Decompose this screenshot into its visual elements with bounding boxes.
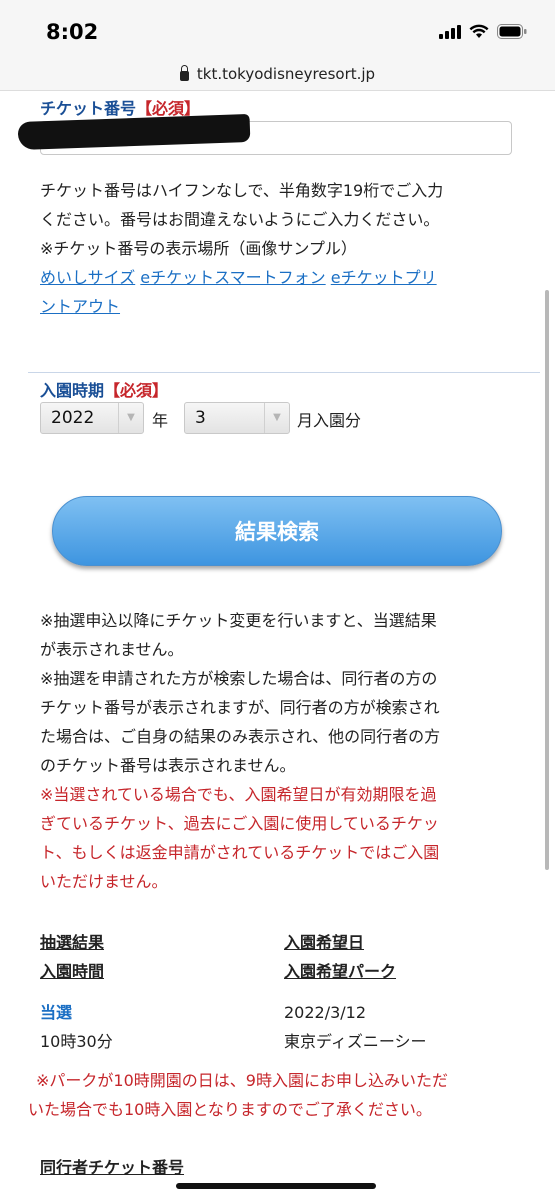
home-indicator (176, 1183, 376, 1189)
scrollbar[interactable] (545, 290, 549, 870)
status-icons (439, 24, 527, 39)
chevron-down-icon: ▼ (118, 403, 143, 433)
status-bar: 8:02 (0, 0, 555, 58)
ticket-help-line: ※チケット番号の表示場所（画像サンプル） (40, 239, 357, 258)
results-headers-right: 入園希望日 入園希望パーク (284, 928, 396, 986)
result-time: 10時30分 (40, 1032, 113, 1051)
header-lottery-result: 抽選結果 (40, 933, 105, 952)
year-value: 2022 (51, 408, 95, 428)
result-status: 当選 (40, 1003, 73, 1022)
link-eticket-smartphone[interactable]: eチケットスマートフォン (140, 268, 325, 287)
month-value: 3 (195, 408, 206, 428)
ticket-help-line: ください。番号はお間違えないようにご入力ください。 (40, 210, 440, 229)
url-text: tkt.tokyodisneyresort.jp (196, 65, 376, 83)
notes: ※抽選申込以降にチケット変更を行いますと、当選結果 が表示されません。 ※抽選を… (40, 606, 530, 896)
search-results-button[interactable]: 結果検索 (52, 496, 502, 566)
entry-required: 【必須】 (104, 381, 169, 400)
address-bar[interactable]: tkt.tokyodisneyresort.jp (0, 58, 555, 91)
lock-icon (179, 65, 189, 81)
link-meishi-size[interactable]: めいしサイズ (40, 268, 135, 287)
ticket-label: チケット番号 (40, 99, 137, 118)
status-time: 8:02 (46, 20, 99, 44)
results-values-left: 当選 10時30分 (40, 998, 113, 1056)
header-entry-time: 入園時間 (40, 962, 105, 981)
red-note-line: ぎているチケット、過去にご入園に使用しているチケッ (40, 814, 439, 833)
ticket-help-line: チケット番号はハイフンなしで、半角数字19桁でご入力 (40, 181, 444, 200)
divider (28, 372, 540, 373)
red-note-line: ト、もしくは返金申請がされているチケットではご入園 (40, 843, 440, 862)
results-values-right: 2022/3/12 東京ディズニーシー (284, 998, 427, 1056)
entry-label-row: 入園時期【必須】 (40, 377, 168, 401)
red-note-line: いただけません。 (40, 872, 168, 891)
chevron-down-icon: ▼ (264, 403, 289, 433)
park-note: ※パークが10時開園の日は、9時入園にお申し込みいただ いた場合でも10時入園と… (28, 1066, 533, 1124)
year-select[interactable]: 2022 ▼ (40, 402, 144, 434)
park-note-line: ※パークが10時開園の日は、9時入園にお申し込みいただ (36, 1071, 448, 1090)
header-entry-date: 入園希望日 (284, 933, 365, 952)
note-line: が表示されません。 (40, 640, 184, 659)
ticket-help: チケット番号はハイフンなしで、半角数字19桁でご入力 ください。番号はお間違えな… (40, 176, 520, 321)
result-date: 2022/3/12 (284, 1003, 367, 1022)
note-line: ※抽選を申請された方が検索した場合は、同行者の方の (40, 669, 438, 688)
header-entry-park: 入園希望パーク (284, 962, 397, 981)
year-unit: 年 (152, 411, 169, 430)
ticket-links-row: めいしサイズ eチケットスマートフォン eチケットプリ (40, 263, 520, 292)
link-eticket-print-cont[interactable]: ントアウト (40, 297, 120, 316)
month-unit: 月入園分 (297, 411, 362, 430)
signal-icon (439, 24, 461, 39)
companion-label: 同行者チケット番号 (40, 1158, 185, 1177)
ticket-label-row: チケット番号【必須】 (40, 95, 200, 119)
park-note-line: いた場合でも10時入園となりますのでご了承ください。 (28, 1100, 432, 1119)
battery-icon (497, 24, 527, 39)
red-note-line: ※当選されている場合でも、入園希望日が有効期限を過 (40, 785, 437, 804)
note-line: た場合は、ご自身の結果のみ表示され、他の同行者の方 (40, 727, 441, 746)
results-headers-left: 抽選結果 入園時間 (40, 928, 104, 986)
result-park: 東京ディズニーシー (284, 1032, 427, 1051)
note-line: チケット番号が表示されますが、同行者の方が検索され (40, 698, 440, 717)
entry-label: 入園時期 (40, 381, 105, 400)
note-line: のチケット番号は表示されません。 (40, 756, 296, 775)
note-line: ※抽選申込以降にチケット変更を行いますと、当選結果 (40, 611, 437, 630)
wifi-icon (469, 24, 489, 38)
link-eticket-print[interactable]: eチケットプリ (331, 268, 437, 287)
month-select[interactable]: 3 ▼ (184, 402, 290, 434)
